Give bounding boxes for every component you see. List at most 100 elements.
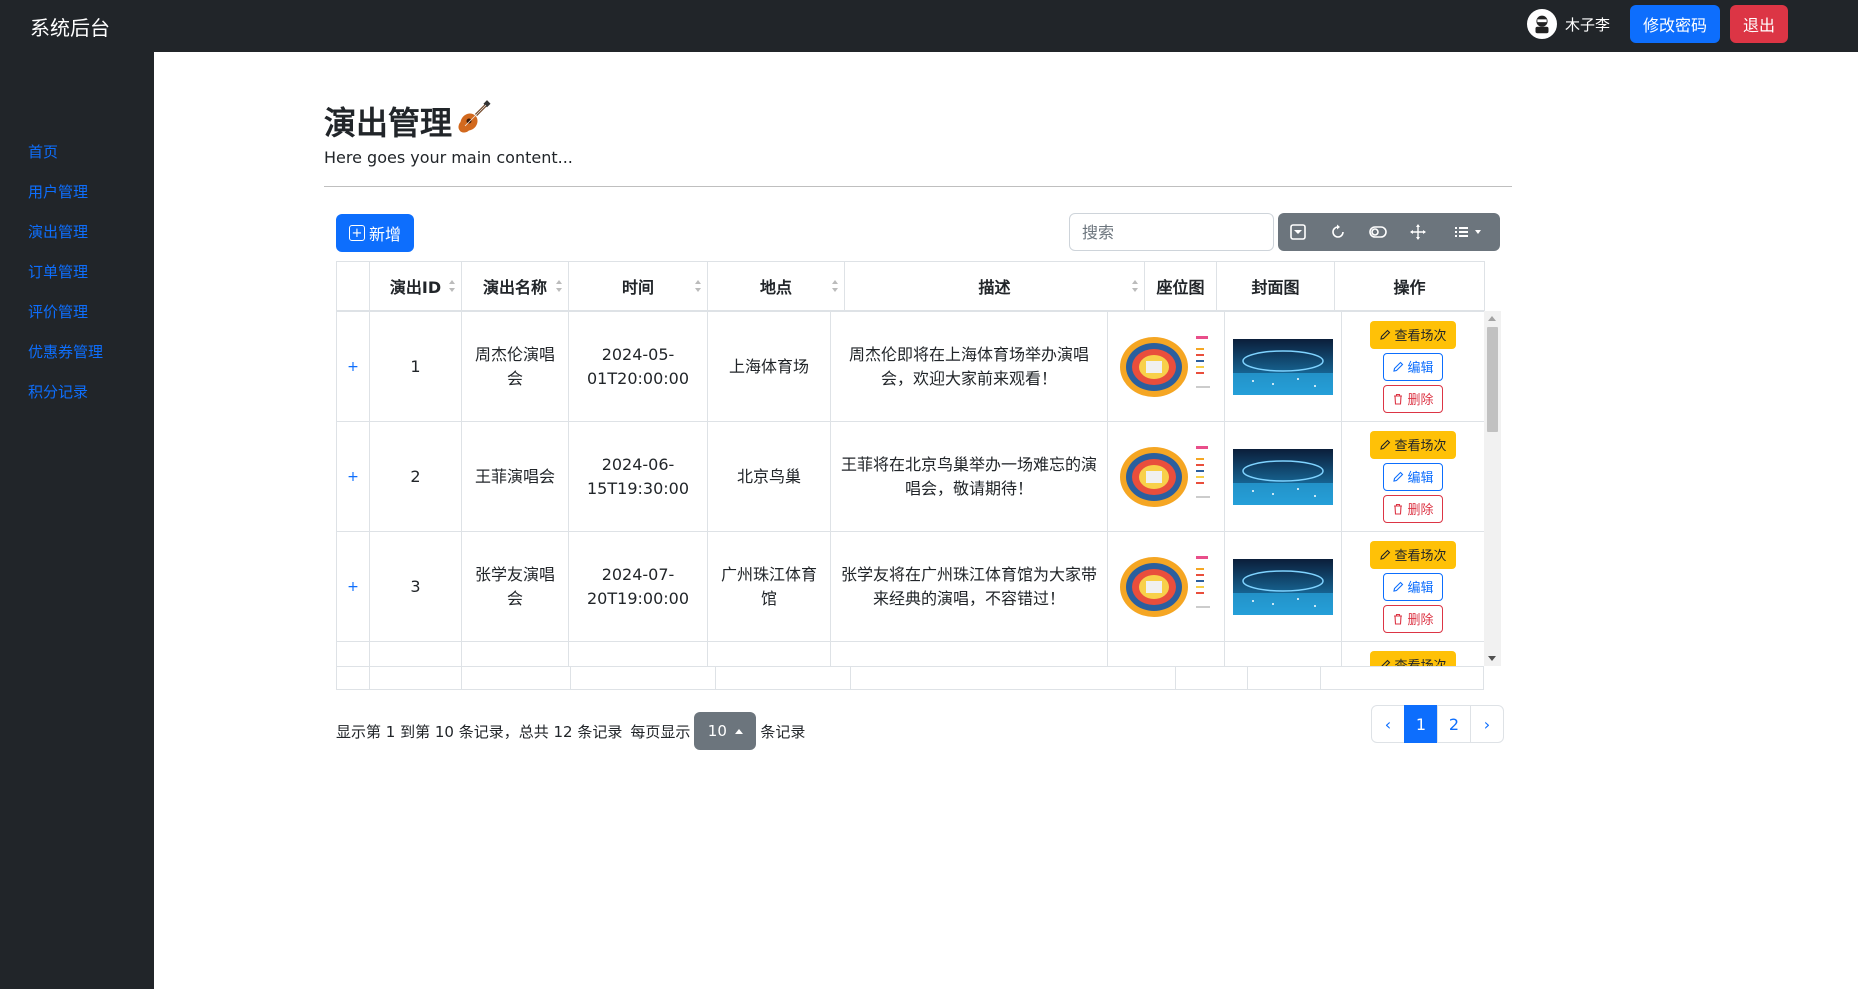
scroll-up-arrow-icon[interactable] [1488,316,1496,321]
edit-button[interactable]: 编辑 [1383,352,1443,381]
pencil-icon [1380,329,1391,340]
table-body: + 1 周杰伦演唱会 2024-05-01T20:00:00 上海体育场 周杰伦… [336,311,1485,666]
cover-image[interactable] [1233,448,1333,505]
view-sessions-button[interactable]: 查看场次 [1370,430,1456,459]
nav-user-area: 木子李 修改密码 退出 [1526,4,1788,44]
trash-icon [1394,503,1403,515]
cover-image[interactable] [1233,338,1333,395]
cell-id: 1 [369,311,462,422]
cell-actions: 查看场次 编辑 删除 [1341,641,1485,666]
logout-button[interactable]: 退出 [1729,5,1788,43]
table-header: 演出ID 演出名称 时间 地点 描述 座位图 封面图 操作 [336,261,1485,311]
guitar-icon [456,99,492,143]
cell-seat-map [1107,641,1225,667]
cell-name: 周杰伦演唱会 [461,311,569,422]
toggle-view-icon[interactable] [1278,213,1318,251]
col-name[interactable]: 演出名称 [461,261,569,311]
col-time[interactable]: 时间 [568,261,708,311]
expand-plus-icon[interactable]: + [347,359,359,375]
cell-id [369,641,462,666]
sidebar-item-reviews[interactable]: 评价管理 [0,292,154,332]
cell-seat-map [1107,531,1225,642]
page-title: 演出管理 [324,98,492,144]
delete-button[interactable]: 删除 [1383,604,1443,633]
row-expand-toggle[interactable]: + [336,311,370,422]
row-expand-toggle[interactable]: + [336,531,370,642]
table-footer-row [336,666,1484,690]
col-seat-map: 座位图 [1144,261,1217,311]
cell-place: 上海体育场 [707,311,831,422]
delete-button[interactable]: 删除 [1383,494,1443,523]
cell-place: 北京鸟巢 [707,421,831,532]
per-page-label: 每页显示 [630,722,691,741]
pagination: ‹ 1 2 › [1371,705,1504,743]
seat-map-image[interactable] [1116,657,1216,667]
cell-desc [830,641,1108,666]
cell-seat-map [1107,311,1225,422]
shows-table: 演出ID 演出名称 时间 地点 描述 座位图 封面图 操作 + 1 周杰伦演唱会… [336,261,1501,695]
view-sessions-button[interactable]: 查看场次 [1370,650,1456,666]
record-summary: 显示第 1 到第 10 条记录，总共 12 条记录 [336,722,623,741]
cell-desc: 王菲将在北京鸟巢举办一场难忘的演唱会，敬请期待！ [830,421,1108,532]
cell-time: 2024-06-15T19:30:00 [568,421,708,532]
fullscreen-move-icon[interactable] [1398,213,1438,251]
seat-map-image[interactable] [1116,437,1216,516]
toggle-switch-icon[interactable] [1358,213,1398,251]
col-id[interactable]: 演出ID [369,261,462,311]
add-label: 新增 [369,225,402,244]
table-scrollbar[interactable] [1484,311,1501,666]
row-expand-toggle[interactable]: + [336,421,370,532]
page-1-button[interactable]: 1 [1404,705,1438,743]
view-sessions-button[interactable]: 查看场次 [1370,540,1456,569]
table-body-scroll[interactable]: + 1 周杰伦演唱会 2024-05-01T20:00:00 上海体育场 周杰伦… [336,311,1501,666]
sidebar-item-coupons[interactable]: 优惠券管理 [0,332,154,372]
prev-page-button[interactable]: ‹ [1371,705,1405,743]
col-desc[interactable]: 描述 [844,261,1145,311]
columns-dropdown-icon[interactable] [1438,213,1500,251]
sidebar-item-shows[interactable]: 演出管理 [0,212,154,252]
sidebar-menu: 首页 用户管理 演出管理 订单管理 评价管理 优惠券管理 积分记录 [0,132,154,412]
sidebar-item-users[interactable]: 用户管理 [0,172,154,212]
cell-seat-map [1107,421,1225,532]
page-2-button[interactable]: 2 [1437,705,1471,743]
add-show-button[interactable]: + 新增 [336,214,415,252]
scroll-down-arrow-icon[interactable] [1488,656,1496,661]
view-sessions-button[interactable]: 查看场次 [1370,320,1456,349]
change-password-button[interactable]: 修改密码 [1629,5,1720,43]
search-input[interactable] [1069,213,1274,251]
user-avatar-icon[interactable] [1526,9,1557,39]
seat-map-image[interactable] [1116,327,1216,406]
per-page-suffix: 条记录 [760,722,806,741]
row-expand-toggle[interactable]: + [336,641,370,666]
main-content: 演出管理 Here goes your main content... + 新增 [154,52,1858,989]
edit-button[interactable]: 编辑 [1383,572,1443,601]
sidebar-item-points[interactable]: 积分记录 [0,372,154,412]
cell-place [707,641,831,666]
top-navbar: 系统后台 木子李 修改密码 退出 [0,0,1858,52]
edit-button[interactable]: 编辑 [1383,462,1443,491]
trash-icon [1394,393,1403,405]
cell-name [461,641,569,666]
expand-plus-icon[interactable]: + [347,469,359,485]
delete-button[interactable]: 删除 [1383,384,1443,413]
cell-cover [1224,311,1342,422]
page-size-dropdown[interactable]: 10 [694,712,757,750]
pencil-icon [1393,361,1404,372]
pencil-icon [1380,549,1391,560]
refresh-icon[interactable] [1318,213,1358,251]
seat-map-image[interactable] [1116,547,1216,626]
sidebar-item-home[interactable]: 首页 [0,132,154,172]
table-row: + 1 周杰伦演唱会 2024-05-01T20:00:00 上海体育场 周杰伦… [336,311,1485,422]
caret-up-icon [734,728,743,734]
scroll-thumb[interactable] [1487,327,1498,432]
expand-plus-icon[interactable]: + [347,579,359,595]
plus-square-icon: + [349,225,365,241]
col-actions: 操作 [1334,261,1485,311]
cell-desc: 周杰伦即将在上海体育场举办演唱会，欢迎大家前来观看！ [830,311,1108,422]
next-page-button[interactable]: › [1470,705,1504,743]
cell-cover [1224,531,1342,642]
col-place[interactable]: 地点 [707,261,845,311]
sidebar-item-orders[interactable]: 订单管理 [0,252,154,292]
cell-actions: 查看场次 编辑 删除 [1341,421,1485,532]
cover-image[interactable] [1233,558,1333,615]
